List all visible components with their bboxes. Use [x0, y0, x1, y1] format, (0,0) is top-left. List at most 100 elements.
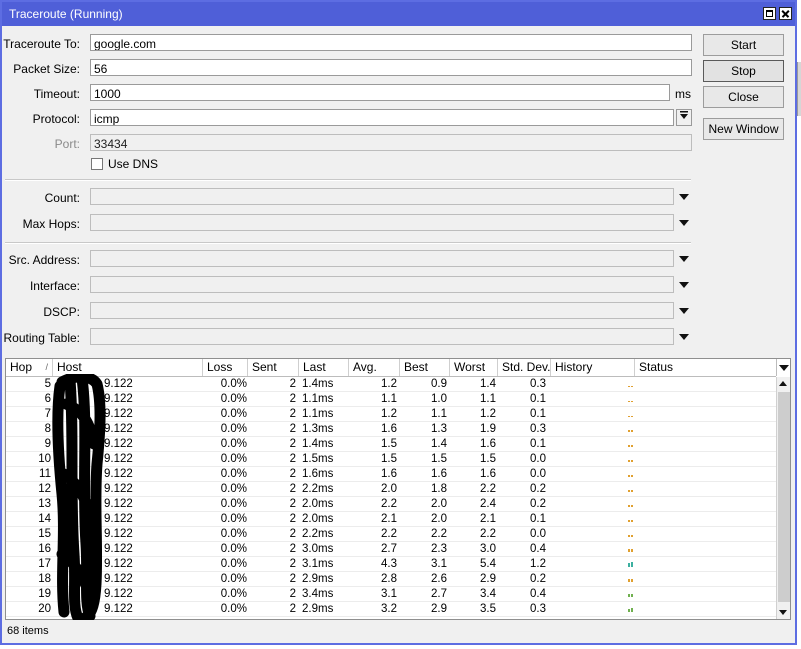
- cell-best: 1.3: [431, 423, 447, 435]
- interface-input[interactable]: [90, 276, 674, 293]
- cell-sent: 2: [289, 453, 296, 465]
- window-title: Traceroute (Running): [9, 7, 123, 21]
- cell-avg: 3.1: [381, 588, 397, 600]
- start-button[interactable]: Start: [703, 34, 784, 56]
- scroll-up-icon[interactable]: [779, 381, 787, 386]
- cell-sent: 2: [289, 513, 296, 525]
- table-row[interactable]: 15 9.122 0.0% 2 2.2ms 2.2 2.2 2.2 0.0: [6, 527, 776, 542]
- column-header-last[interactable]: Last: [299, 359, 349, 376]
- history-bar: [631, 475, 633, 477]
- column-header-avg[interactable]: Avg.: [349, 359, 400, 376]
- packet-size-input[interactable]: 56: [90, 59, 692, 76]
- history-sparkline: [548, 572, 634, 586]
- table-row[interactable]: 11 9.122 0.0% 2 1.6ms 1.6 1.6 1.6 0.0: [6, 467, 776, 482]
- dscp-input[interactable]: [90, 302, 674, 319]
- routing-table-label: Routing Table:: [3, 331, 81, 345]
- dscp-dropdown-icon[interactable]: [679, 308, 689, 314]
- table-row[interactable]: 6 9.122 0.0% 2 1.1ms 1.1 1.0 1.1 0.1: [6, 392, 776, 407]
- stop-button[interactable]: Stop: [703, 60, 784, 82]
- use-dns-label: Use DNS: [108, 157, 159, 171]
- cell-host: 9.122: [104, 438, 133, 450]
- table-row[interactable]: 20 9.122 0.0% 2 2.9ms 3.2 2.9 3.5 0.3: [6, 602, 776, 617]
- cell-worst: 3.5: [480, 603, 496, 615]
- column-header-sent[interactable]: Sent: [248, 359, 299, 376]
- protocol-select[interactable]: icmp: [90, 109, 674, 126]
- column-header-history[interactable]: History: [551, 359, 635, 376]
- protocol-dropdown-button[interactable]: [676, 109, 692, 126]
- cell-last: 2.2ms: [302, 483, 334, 495]
- cell-sent: 2: [289, 408, 296, 420]
- cell-best: 2.2: [431, 528, 447, 540]
- history-bar: [628, 460, 630, 462]
- table-row[interactable]: 14 9.122 0.0% 2 2.0ms 2.1 2.0 2.1 0.1: [6, 512, 776, 527]
- count-input[interactable]: [90, 188, 674, 205]
- cell-hop: 12: [38, 483, 51, 495]
- column-header-hop[interactable]: Hop /: [6, 359, 53, 376]
- history-bar: [628, 386, 630, 387]
- column-menu-button[interactable]: [776, 359, 790, 376]
- cell-hop: 5: [44, 378, 51, 390]
- routing-table-dropdown-icon[interactable]: [679, 334, 689, 340]
- history-sparkline: [548, 377, 634, 391]
- table-row[interactable]: 16 9.122 0.0% 2 3.0ms 2.7 2.3 3.0 0.4: [6, 542, 776, 557]
- src-address-dropdown-icon[interactable]: [679, 256, 689, 262]
- scrollbar-thumb[interactable]: [778, 392, 790, 602]
- history-sparkline: [548, 482, 634, 496]
- history-sparkline: [548, 392, 634, 406]
- max-hops-input[interactable]: [90, 214, 674, 231]
- timeout-input[interactable]: 1000: [90, 84, 670, 101]
- close-button[interactable]: Close: [703, 86, 784, 108]
- column-header-best[interactable]: Best: [400, 359, 450, 376]
- interface-dropdown-icon[interactable]: [679, 282, 689, 288]
- history-bar: [628, 579, 630, 582]
- table-row[interactable]: 7 9.122 0.0% 2 1.1ms 1.2 1.1 1.2 0.1: [6, 407, 776, 422]
- vertical-scrollbar[interactable]: [776, 377, 790, 619]
- table-row[interactable]: 8 9.122 0.0% 2 1.3ms 1.6 1.3 1.9 0.3: [6, 422, 776, 437]
- history-bar: [631, 460, 633, 462]
- count-dropdown-icon[interactable]: [679, 194, 689, 200]
- history-bar: [628, 609, 630, 612]
- cell-best: 1.1: [431, 408, 447, 420]
- column-header-loss[interactable]: Loss: [203, 359, 248, 376]
- cell-sent: 2: [289, 468, 296, 480]
- column-header-worst[interactable]: Worst: [450, 359, 498, 376]
- port-input[interactable]: 33434: [90, 134, 692, 151]
- new-window-button[interactable]: New Window: [703, 118, 784, 140]
- divider: [5, 179, 691, 181]
- table-row[interactable]: 10 9.122 0.0% 2 1.5ms 1.5 1.5 1.5 0.0: [6, 452, 776, 467]
- column-header-std-dev[interactable]: Std. Dev.: [498, 359, 551, 376]
- table-row[interactable]: 12 9.122 0.0% 2 2.2ms 2.0 1.8 2.2 0.2: [6, 482, 776, 497]
- table-row[interactable]: 19 9.122 0.0% 2 3.4ms 3.1 2.7 3.4 0.4: [6, 587, 776, 602]
- history-bar: [631, 562, 633, 567]
- table-row[interactable]: 5 9.122 0.0% 2 1.4ms 1.2 0.9 1.4 0.3: [6, 377, 776, 392]
- use-dns-checkbox[interactable]: [91, 158, 103, 170]
- history-sparkline: [548, 587, 634, 601]
- cell-host: 9.122: [104, 498, 133, 510]
- cell-stdev: 0.2: [530, 573, 546, 585]
- scroll-down-icon[interactable]: [779, 610, 787, 615]
- cell-stdev: 0.1: [530, 408, 546, 420]
- cell-last: 1.5ms: [302, 453, 334, 465]
- cell-loss: 0.0%: [220, 438, 247, 450]
- close-icon[interactable]: [779, 7, 792, 20]
- cell-avg: 1.1: [381, 393, 397, 405]
- routing-table-input[interactable]: [90, 328, 674, 345]
- history-bar: [631, 579, 633, 582]
- title-bar[interactable]: Traceroute (Running): [2, 2, 795, 26]
- cell-hop: 20: [38, 603, 51, 615]
- cell-loss: 0.0%: [220, 483, 247, 495]
- table-row[interactable]: 9 9.122 0.0% 2 1.4ms 1.5 1.4 1.6 0.1: [6, 437, 776, 452]
- column-header-status[interactable]: Status: [635, 359, 776, 376]
- src-address-label: Src. Address:: [8, 253, 80, 267]
- history-bar: [628, 594, 630, 597]
- traceroute-to-input[interactable]: google.com: [90, 34, 692, 51]
- maximize-icon[interactable]: [763, 7, 776, 20]
- table-row[interactable]: 18 9.122 0.0% 2 2.9ms 2.8 2.6 2.9 0.2: [6, 572, 776, 587]
- cell-hop: 17: [38, 558, 51, 570]
- chevron-down-icon: [779, 365, 789, 371]
- max-hops-dropdown-icon[interactable]: [679, 220, 689, 226]
- column-header-host[interactable]: Host: [53, 359, 203, 376]
- src-address-input[interactable]: [90, 250, 674, 267]
- table-row[interactable]: 17 9.122 0.0% 2 3.1ms 4.3 3.1 5.4 1.2: [6, 557, 776, 572]
- table-row[interactable]: 13 9.122 0.0% 2 2.0ms 2.2 2.0 2.4 0.2: [6, 497, 776, 512]
